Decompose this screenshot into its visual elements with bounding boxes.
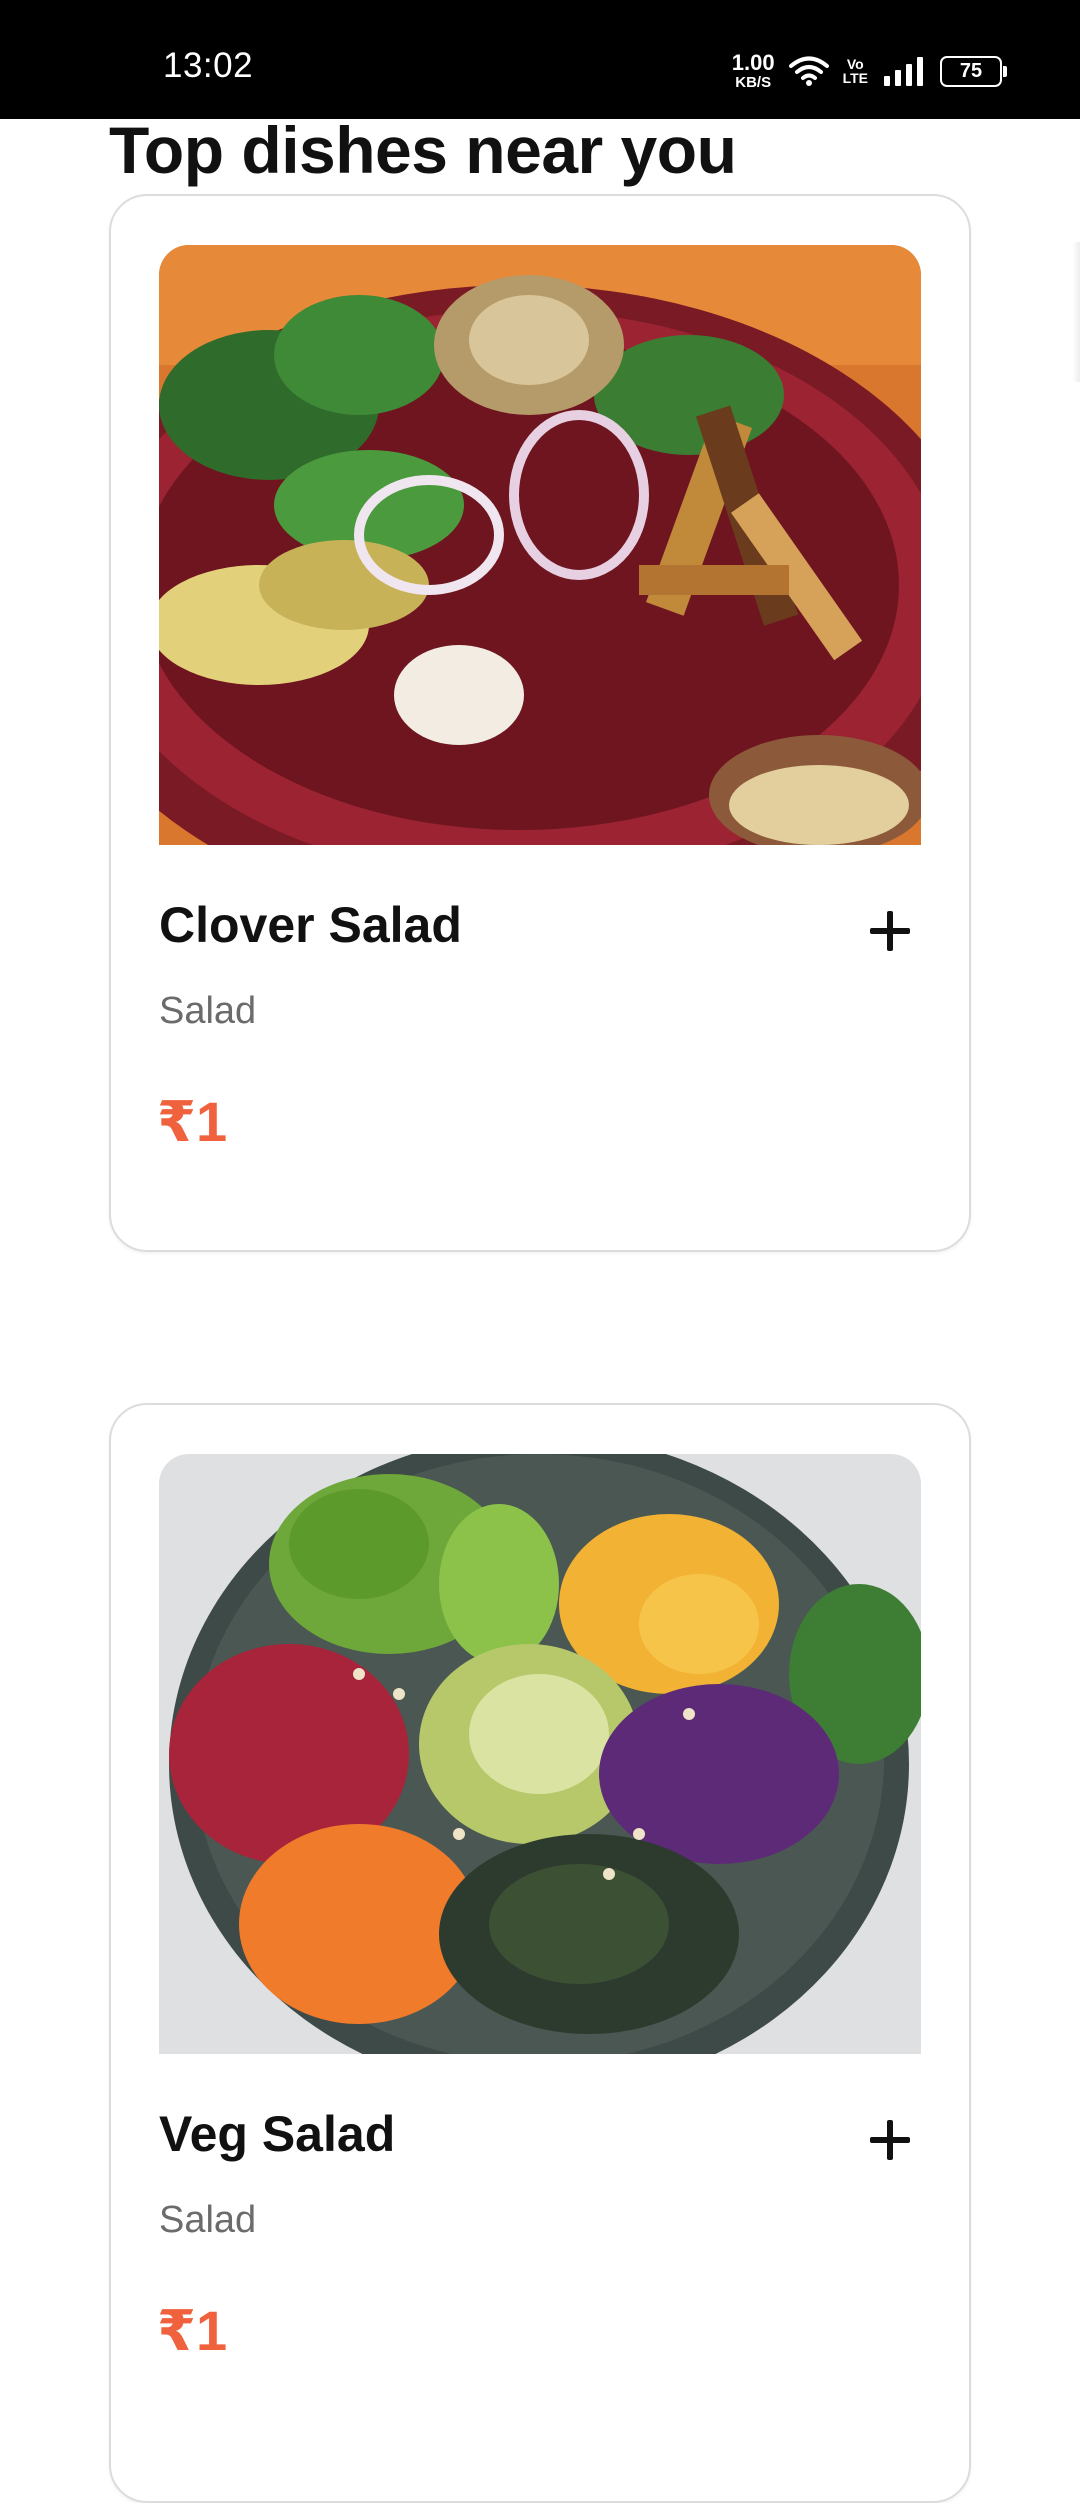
dish-card[interactable]: Veg Salad Salad ₹1 [109, 1403, 971, 2503]
network-speed-unit: KB/S [735, 74, 772, 91]
plus-icon [870, 2120, 910, 2160]
dish-category: Salad [159, 2199, 257, 2241]
add-to-cart-button[interactable] [855, 2105, 925, 2175]
dish-price: ₹1 [157, 2299, 228, 2362]
volte-icon: Vo LTE [843, 57, 868, 85]
section-title: Top dishes near you [109, 113, 737, 187]
network-speed: 1.00 KB/S [731, 50, 775, 91]
plus-icon [870, 911, 910, 951]
battery-icon: 75 [940, 55, 1007, 87]
dish-price: ₹1 [157, 1090, 228, 1153]
next-card-edge [1072, 242, 1080, 382]
dish-name: Clover Salad [159, 897, 462, 953]
add-to-cart-button[interactable] [855, 896, 925, 966]
dish-card[interactable]: Clover Salad Salad ₹1 [109, 194, 971, 1252]
volte-bottom: LTE [842, 70, 868, 86]
battery-level: 75 [959, 59, 983, 82]
status-time: 13:02 [163, 46, 254, 85]
dish-image[interactable] [159, 245, 921, 845]
dish-name: Veg Salad [159, 2106, 396, 2162]
volte-top: Vo [846, 56, 864, 72]
status-bar: 13:02 1.00 KB/S Vo LTE 75 [0, 0, 1080, 119]
signal-icon [884, 57, 923, 86]
wifi-icon [788, 56, 829, 86]
dish-category: Salad [159, 990, 257, 1032]
veg-salad-photo [159, 1454, 921, 2054]
dish-image[interactable] [159, 1454, 921, 2054]
clover-salad-photo [159, 245, 921, 845]
status-icons: 1.00 KB/S Vo LTE 75 [731, 50, 1007, 92]
network-speed-value: 1.00 [731, 50, 775, 75]
